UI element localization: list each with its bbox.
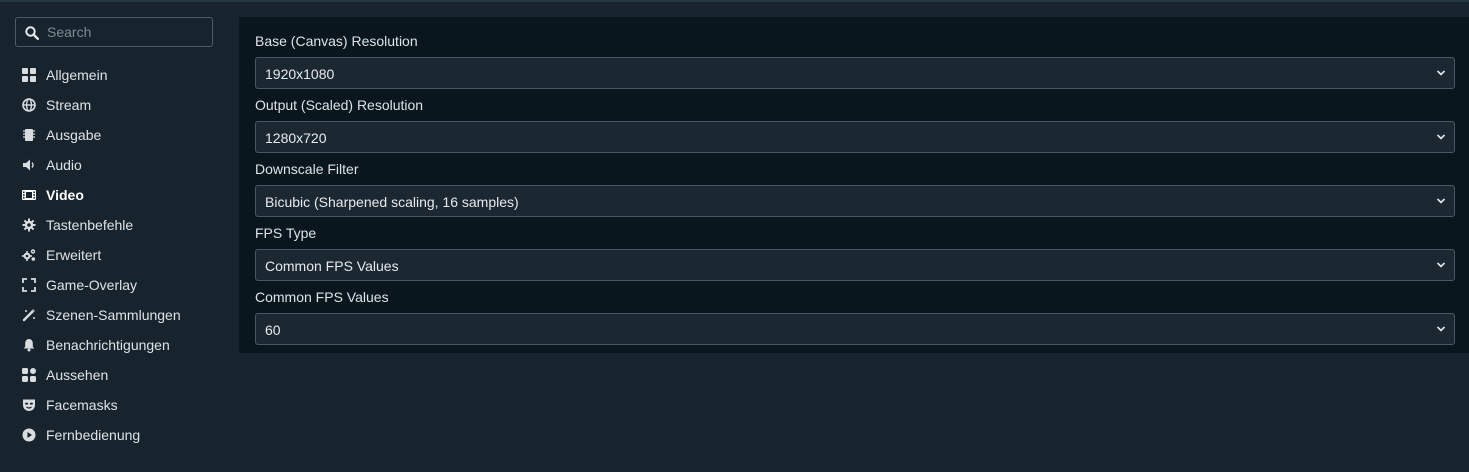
sidebar-item-facemasks[interactable]: Facemasks xyxy=(0,390,232,420)
sidebar-item-stream[interactable]: Stream xyxy=(0,90,232,120)
speaker-icon xyxy=(23,159,34,171)
sidebar-item-label: Tastenbefehle xyxy=(46,217,134,233)
sidebar-item-fernbedienung[interactable]: Fernbedienung xyxy=(0,420,232,450)
sidebar-nav: Allgemein Stream Ausgabe Audio Video Tas… xyxy=(0,60,232,450)
sidebar-item-label: Video xyxy=(46,187,84,203)
expand-icon xyxy=(22,278,36,292)
sidebar-item-label: Stream xyxy=(46,97,92,113)
select-value: Common FPS Values xyxy=(265,258,399,274)
sidebar-item-audio[interactable]: Audio xyxy=(0,150,232,180)
widgets-icon xyxy=(22,368,36,382)
fps-type-label: FPS Type xyxy=(255,225,317,241)
search-icon xyxy=(25,26,39,40)
sidebar-item-aussehen[interactable]: Aussehen xyxy=(0,360,232,390)
sidebar-item-label: Facemasks xyxy=(46,397,118,413)
sidebar-item-label: Allgemein xyxy=(46,67,108,83)
chevron-down-icon xyxy=(1436,134,1446,140)
sidebar-item-label: Benachrichtigungen xyxy=(46,337,170,353)
sidebar-item-label: Szenen-Sammlungen xyxy=(46,307,181,323)
chevron-down-icon xyxy=(1436,198,1446,204)
globe-icon xyxy=(22,98,36,112)
output-resolution-select[interactable]: 1280x720 xyxy=(255,121,1455,153)
grid-icon xyxy=(22,68,36,82)
fps-type-select[interactable]: Common FPS Values xyxy=(255,249,1455,281)
chevron-down-icon xyxy=(1436,70,1446,76)
sidebar-item-erweitert[interactable]: Erweitert xyxy=(0,240,232,270)
chevron-down-icon xyxy=(1436,262,1446,268)
magic-wand-icon xyxy=(22,308,36,322)
video-settings-panel: Base (Canvas) Resolution 1920x1080 Outpu… xyxy=(239,17,1469,353)
sidebar-item-ausgabe[interactable]: Ausgabe xyxy=(0,120,232,150)
search-box[interactable] xyxy=(15,17,213,47)
play-circle-icon xyxy=(22,428,36,442)
sidebar-item-tastenbefehle[interactable]: Tastenbefehle xyxy=(0,210,232,240)
chevron-down-icon xyxy=(1436,326,1446,332)
gears-icon xyxy=(22,249,36,261)
select-value: 1280x720 xyxy=(265,130,327,146)
sidebar-item-benachrichtigungen[interactable]: Benachrichtigungen xyxy=(0,330,232,360)
sidebar-item-label: Aussehen xyxy=(46,367,109,383)
common-fps-label: Common FPS Values xyxy=(255,289,389,305)
sidebar-item-szenen-sammlungen[interactable]: Szenen-Sammlungen xyxy=(0,300,232,330)
gear-icon xyxy=(22,218,36,232)
sidebar-item-allgemein[interactable]: Allgemein xyxy=(0,60,232,90)
sidebar-item-video[interactable]: Video xyxy=(0,180,232,210)
select-value: Bicubic (Sharpened scaling, 16 samples) xyxy=(265,194,519,210)
select-value: 1920x1080 xyxy=(265,66,335,82)
search-input[interactable] xyxy=(47,18,207,46)
downscale-filter-label: Downscale Filter xyxy=(255,161,359,177)
sidebar-item-label: Audio xyxy=(46,157,82,173)
chip-icon xyxy=(23,129,35,141)
sidebar-item-label: Fernbedienung xyxy=(46,427,141,443)
sidebar-item-label: Erweitert xyxy=(46,247,102,263)
mask-icon xyxy=(23,399,35,411)
base-resolution-label: Base (Canvas) Resolution xyxy=(255,33,418,49)
select-value: 60 xyxy=(265,322,281,338)
sidebar-item-label: Ausgabe xyxy=(46,127,102,143)
bell-icon xyxy=(23,339,35,352)
settings-sidebar: Allgemein Stream Ausgabe xyxy=(0,0,232,472)
sidebar-item-label: Game-Overlay xyxy=(46,277,138,293)
output-resolution-label: Output (Scaled) Resolution xyxy=(255,97,424,113)
sidebar-item-game-overlay[interactable]: Game-Overlay xyxy=(0,270,232,300)
common-fps-select[interactable]: 60 xyxy=(255,313,1455,345)
base-resolution-select[interactable]: 1920x1080 xyxy=(255,57,1455,89)
film-icon xyxy=(22,190,36,200)
downscale-filter-select[interactable]: Bicubic (Sharpened scaling, 16 samples) xyxy=(255,185,1455,217)
